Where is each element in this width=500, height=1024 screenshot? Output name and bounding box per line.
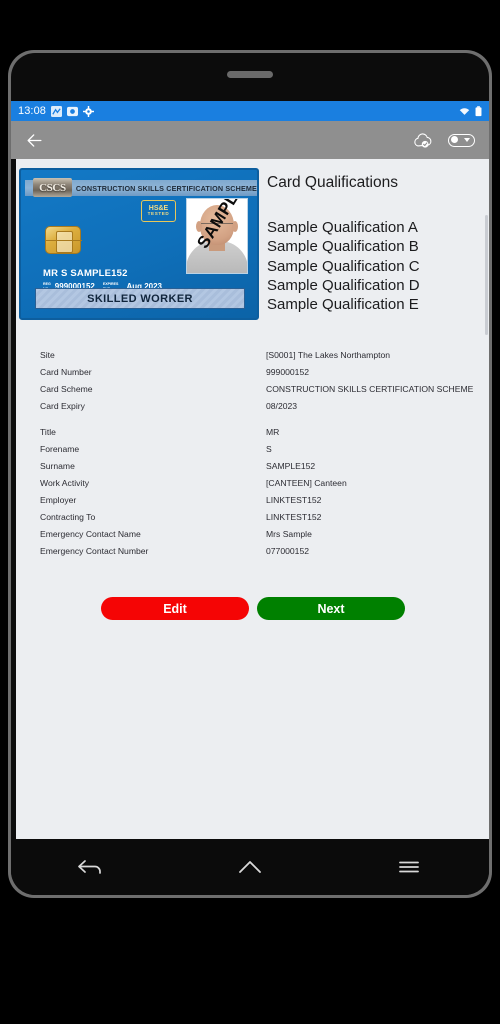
detail-label: Card Scheme — [40, 383, 93, 394]
device-screen: 13:08 CSCS CONSTRUCTION SKILLS CERTIFICA… — [11, 53, 489, 895]
hse-badge-line2: TESTED — [147, 211, 170, 217]
vertical-scrollbar[interactable] — [485, 215, 488, 335]
card-scheme-banner-text: CONSTRUCTION SKILLS CERTIFICATION SCHEME — [75, 183, 257, 193]
qualification-item: Sample Qualification D — [267, 277, 420, 295]
system-navigation-bar — [11, 839, 489, 895]
card-type-banner: SKILLED WORKER — [35, 288, 245, 309]
detail-row: Site [S0001] The Lakes Northampton — [40, 346, 489, 363]
device-frame: 13:08 CSCS CONSTRUCTION SKILLS CERTIFICA… — [8, 50, 492, 898]
toggle-knob — [450, 136, 458, 143]
detail-row: Title MR — [40, 423, 489, 440]
detail-value: LINKTEST152 — [266, 511, 322, 522]
detail-value: 08/2023 — [266, 400, 298, 411]
qualification-item: Sample Qualification B — [267, 238, 419, 256]
sync-icon — [67, 106, 79, 116]
detail-label: Contracting To — [40, 511, 96, 522]
detail-label: Work Activity — [40, 477, 90, 488]
home-icon — [239, 861, 261, 873]
card-expiry-label-line1: EXPIRES — [102, 282, 119, 287]
app-toolbar-actions — [412, 131, 475, 149]
back-arrow-icon[interactable] — [25, 131, 44, 150]
detail-value: S — [266, 443, 272, 454]
detail-value: [S0001] The Lakes Northampton — [266, 349, 391, 360]
detail-value: [CANTEEN] Canteen — [266, 477, 347, 488]
back-arrow-icon — [77, 860, 101, 874]
status-bar-left: 13:08 — [18, 105, 95, 117]
card-and-qualifications-row: CSCS CONSTRUCTION SKILLS CERTIFICATION S… — [16, 159, 489, 320]
detail-label: Card Number — [40, 366, 92, 377]
detail-value: Mrs Sample — [266, 528, 312, 539]
system-menu-button[interactable] — [330, 855, 489, 879]
qualification-item: Sample Qualification C — [267, 257, 420, 275]
detail-value: 077000152 — [266, 545, 310, 556]
qualification-item: Sample Qualification E — [267, 296, 419, 314]
card-header-band: CSCS CONSTRUCTION SKILLS CERTIFICATION S… — [25, 178, 257, 197]
detail-row: Contracting To LINKTEST152 — [40, 508, 489, 525]
card-type-banner-text: SKILLED WORKER — [87, 292, 193, 305]
qualification-item: Sample Qualification A — [267, 219, 418, 236]
next-button[interactable]: Next — [257, 597, 405, 620]
system-back-button[interactable] — [11, 855, 170, 879]
detail-value: SAMPLE152 — [266, 460, 316, 471]
wifi-icon — [459, 107, 470, 115]
qualifications-title: Card Qualifications — [267, 174, 398, 191]
visibility-toggle[interactable] — [448, 133, 475, 147]
card-reg-label-line1: REG — [43, 282, 51, 287]
detail-row: Surname SAMPLE152 — [40, 457, 489, 474]
detail-row: Emergency Contact Number 077000152 — [40, 542, 489, 559]
detail-label: Site — [40, 349, 55, 360]
settings-gear-icon — [83, 105, 95, 117]
detail-row: Forename S — [40, 440, 489, 457]
edit-button[interactable]: Edit — [101, 597, 249, 620]
card-holder-name: MR S SAMPLE152 — [43, 268, 128, 279]
cscs-card-image[interactable]: CSCS CONSTRUCTION SKILLS CERTIFICATION S… — [19, 168, 259, 320]
android-status-bar: 13:08 — [11, 101, 489, 121]
chevron-down-icon — [464, 137, 470, 142]
menu-icon — [399, 861, 420, 873]
signal-chart-icon — [51, 105, 63, 117]
detail-row: Card Expiry 08/2023 — [40, 397, 489, 414]
system-home-button[interactable] — [170, 855, 329, 879]
detail-value: CONSTRUCTION SKILLS CERTIFICATION SCHEME — [266, 383, 474, 394]
qualifications-list: Sample Qualification A Sample Qualificati… — [267, 218, 489, 315]
detail-label: Card Expiry — [40, 400, 85, 411]
detail-row: Employer LINKTEST152 — [40, 491, 489, 508]
battery-icon — [475, 105, 482, 116]
smart-chip-icon — [45, 226, 82, 254]
status-bar-right — [459, 105, 482, 117]
hse-tested-badge: HS&E TESTED — [141, 200, 176, 222]
detail-value: MR — [266, 426, 280, 437]
detail-label: Forename — [40, 443, 80, 454]
detail-label: Title — [40, 426, 56, 437]
status-bar-clock: 13:08 — [18, 105, 47, 117]
card-details-table: Site [S0001] The Lakes Northampton Card Nu… — [40, 346, 489, 559]
detail-label: Emergency Contact Name — [40, 528, 141, 539]
detail-row: Emergency Contact Name Mrs Sample — [40, 525, 489, 542]
qualifications-panel: Card Qualifications Sample Qualification… — [259, 168, 489, 320]
detail-row: Work Activity [CANTEEN] Canteen — [40, 474, 489, 491]
detail-row: Card Scheme CONSTRUCTION SKILLS CERTIFICA… — [40, 380, 489, 397]
detail-row: Card Number 999000152 — [40, 363, 489, 380]
photo-glasses — [201, 223, 233, 231]
main-content: CSCS CONSTRUCTION SKILLS CERTIFICATION S… — [16, 159, 489, 839]
detail-label: Emergency Contact Number — [40, 545, 149, 556]
cscs-logo: CSCS — [33, 178, 72, 197]
speaker-slot — [227, 71, 273, 78]
detail-label: Surname — [40, 460, 75, 471]
cardholder-photo: SAMPLE — [186, 198, 248, 274]
cloud-check-icon[interactable] — [412, 131, 434, 149]
detail-value: LINKTEST152 — [266, 494, 322, 505]
detail-label: Employer — [40, 494, 77, 505]
app-toolbar — [11, 121, 489, 159]
detail-value: 999000152 — [266, 366, 310, 377]
action-button-row: Edit Next — [16, 597, 489, 620]
